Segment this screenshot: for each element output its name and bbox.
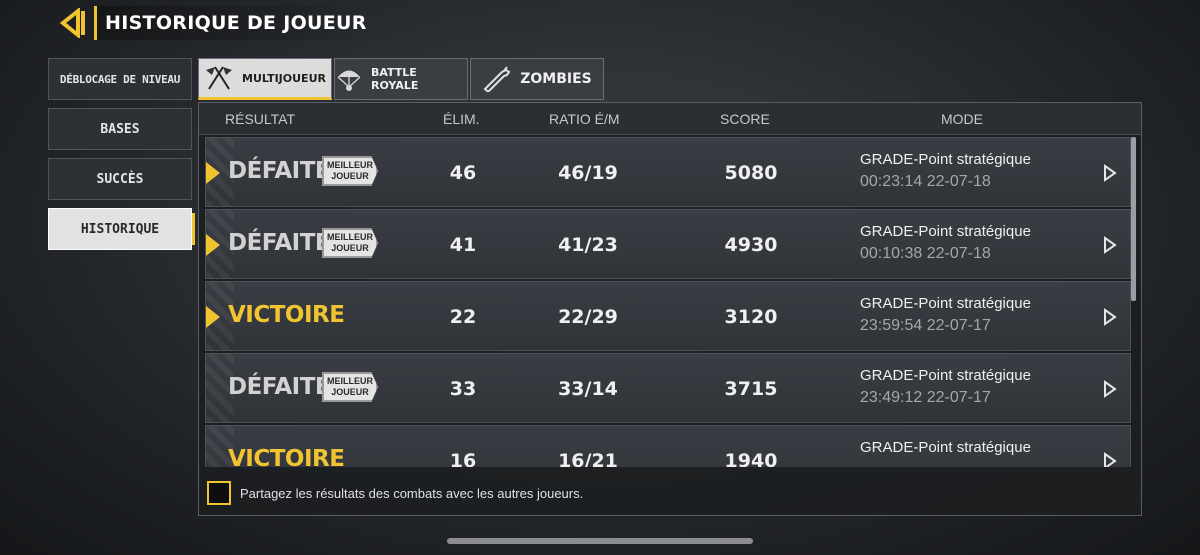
row-mode: GRADE-Point stratégique 00:23:14 22-07-1… bbox=[860, 151, 1031, 191]
col-mode: MODE bbox=[941, 111, 983, 127]
table-header: RÉSULTAT ÉLIM. RATIO É/M SCORE MODE bbox=[199, 103, 1141, 135]
sidebar: DÉBLOCAGE DE NIVEAU BASES SUCCÈS HISTORI… bbox=[48, 58, 195, 258]
mode-tabs: MULTIJOUEUR BATTLE ROYALE ZOMBIES bbox=[198, 58, 604, 100]
row-score: 3715 bbox=[724, 378, 778, 400]
mvp-badge: MEILLEUR JOUEUR bbox=[322, 156, 378, 186]
tab-battle-royale-label: BATTLE ROYALE bbox=[371, 66, 419, 92]
mvp-badge-line2: JOUEUR bbox=[331, 387, 369, 397]
tab-zombies-label: ZOMBIES bbox=[520, 71, 592, 87]
row-score: 5080 bbox=[724, 162, 778, 184]
row-mode-name: GRADE-Point stratégique bbox=[860, 223, 1031, 240]
crossed-flags-icon bbox=[206, 66, 233, 90]
row-elim: 22 bbox=[449, 306, 477, 328]
mvp-badge-line2: JOUEUR bbox=[331, 171, 369, 181]
mvp-badge-line1: MEILLEUR bbox=[327, 160, 373, 170]
zombie-arm-icon bbox=[483, 66, 511, 92]
row-mode: GRADE-Point stratégique 00:10:38 22-07-1… bbox=[860, 223, 1031, 263]
list-scrollbar[interactable] bbox=[1131, 137, 1136, 301]
row-score: 3120 bbox=[724, 306, 778, 328]
header: HISTORIQUE DE JOUEUR bbox=[54, 6, 381, 40]
row-mode: GRADE-Point stratégique 23:49:12 22-07-1… bbox=[860, 367, 1031, 407]
sidebar-item-succes[interactable]: SUCCÈS bbox=[48, 158, 192, 200]
row-timestamp: 23:59:54 22-07-17 bbox=[860, 317, 991, 334]
table-row[interactable]: DÉFAITE MEILLEUR JOUEUR 46 46/19 5080 GR… bbox=[205, 137, 1131, 207]
row-result: DÉFAITE bbox=[228, 374, 331, 400]
play-icon[interactable] bbox=[1103, 452, 1117, 467]
mvp-badge-line1: MEILLEUR bbox=[327, 232, 373, 242]
row-elim: 41 bbox=[449, 234, 477, 256]
play-icon[interactable] bbox=[1103, 308, 1117, 326]
back-button[interactable] bbox=[54, 6, 90, 40]
row-mode-name: GRADE-Point stratégique bbox=[860, 295, 1031, 312]
col-elim: ÉLIM. bbox=[443, 111, 480, 127]
row-marker bbox=[206, 234, 220, 256]
row-marker bbox=[206, 306, 220, 328]
col-result: RÉSULTAT bbox=[225, 111, 296, 127]
mvp-badge: MEILLEUR JOUEUR bbox=[322, 228, 378, 258]
table-row[interactable]: VICTOIRE 16 16/21 1940 GRADE-Point strat… bbox=[205, 425, 1131, 467]
table-row[interactable]: DÉFAITE MEILLEUR JOUEUR 33 33/14 3715 GR… bbox=[205, 353, 1131, 423]
share-option: Partagez les résultats des combats avec … bbox=[207, 481, 583, 505]
col-score: SCORE bbox=[720, 111, 770, 127]
share-label: Partagez les résultats des combats avec … bbox=[240, 485, 584, 501]
home-indicator[interactable] bbox=[447, 538, 753, 544]
play-icon[interactable] bbox=[1103, 164, 1117, 182]
row-mode-name: GRADE-Point stratégique bbox=[860, 367, 1031, 384]
row-timestamp: 23:49:12 22-07-17 bbox=[860, 389, 991, 406]
sidebar-item-bases[interactable]: BASES bbox=[48, 108, 192, 150]
row-mode-name: GRADE-Point stratégique bbox=[860, 439, 1031, 456]
play-icon[interactable] bbox=[1103, 380, 1117, 398]
sidebar-item-historique[interactable]: HISTORIQUE bbox=[48, 208, 195, 250]
row-mode: GRADE-Point stratégique bbox=[860, 439, 1031, 461]
tab-multijoueur[interactable]: MULTIJOUEUR bbox=[198, 58, 332, 100]
row-elim: 46 bbox=[449, 162, 477, 184]
parachute-icon bbox=[337, 70, 361, 91]
row-ratio: 41/23 bbox=[558, 234, 618, 256]
row-marker bbox=[206, 162, 220, 184]
match-list: DÉFAITE MEILLEUR JOUEUR 46 46/19 5080 GR… bbox=[205, 137, 1131, 467]
table-row[interactable]: VICTOIRE 22 22/29 3120 GRADE-Point strat… bbox=[205, 281, 1131, 351]
tab-battle-royale[interactable]: BATTLE ROYALE bbox=[334, 58, 468, 100]
mvp-badge-line1: MEILLEUR bbox=[327, 376, 373, 386]
row-result: DÉFAITE bbox=[228, 230, 331, 256]
row-ratio: 33/14 bbox=[558, 378, 618, 400]
col-ratio: RATIO É/M bbox=[549, 111, 620, 127]
row-result: VICTOIRE bbox=[228, 302, 345, 328]
back-arrow-icon bbox=[59, 8, 85, 38]
row-elim: 16 bbox=[449, 450, 477, 467]
mvp-badge: MEILLEUR JOUEUR bbox=[322, 372, 378, 402]
sidebar-item-deblocage[interactable]: DÉBLOCAGE DE NIVEAU bbox=[48, 58, 192, 100]
row-result: VICTOIRE bbox=[228, 446, 345, 467]
row-timestamp: 00:10:38 22-07-18 bbox=[860, 245, 991, 262]
mvp-badge-line2: JOUEUR bbox=[331, 243, 369, 253]
table-row[interactable]: DÉFAITE MEILLEUR JOUEUR 41 41/23 4930 GR… bbox=[205, 209, 1131, 279]
row-mode-name: GRADE-Point stratégique bbox=[860, 151, 1031, 168]
tab-zombies[interactable]: ZOMBIES bbox=[470, 58, 604, 100]
play-icon[interactable] bbox=[1103, 236, 1117, 254]
history-panel: RÉSULTAT ÉLIM. RATIO É/M SCORE MODE DÉFA… bbox=[198, 102, 1142, 516]
row-elim: 33 bbox=[449, 378, 477, 400]
row-score: 4930 bbox=[724, 234, 778, 256]
row-timestamp: 00:23:14 22-07-18 bbox=[860, 173, 991, 190]
row-result: DÉFAITE bbox=[228, 158, 331, 184]
row-ratio: 46/19 bbox=[558, 162, 618, 184]
row-ratio: 22/29 bbox=[558, 306, 618, 328]
page-title: HISTORIQUE DE JOUEUR bbox=[94, 6, 381, 40]
tab-multijoueur-label: MULTIJOUEUR bbox=[242, 71, 326, 85]
row-score: 1940 bbox=[724, 450, 778, 467]
row-mode: GRADE-Point stratégique 23:59:54 22-07-1… bbox=[860, 295, 1031, 335]
row-ratio: 16/21 bbox=[558, 450, 618, 467]
share-checkbox[interactable] bbox=[207, 481, 231, 505]
